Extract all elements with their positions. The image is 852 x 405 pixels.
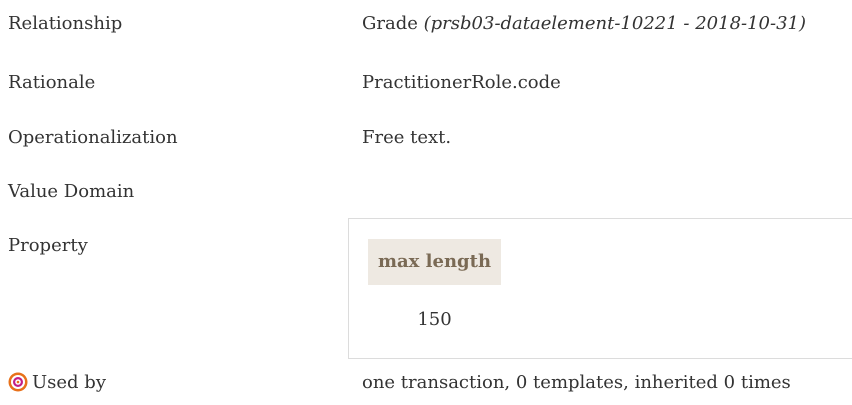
rationale-value: PractitionerRole.code [362, 72, 561, 93]
operationalization-label: Operationalization [8, 127, 178, 148]
relationship-value-ref: (prsb03-dataelement-10221 - 2018-10-31) [423, 13, 807, 34]
used-by-value: one transaction, 0 templates, inherited … [362, 372, 791, 393]
property-header-max-length: max length [368, 239, 501, 285]
property-label: Property [8, 235, 88, 256]
used-by-label: Used by [32, 372, 106, 393]
value-domain-label: Value Domain [8, 181, 135, 202]
relationship-value-main: Grade [362, 13, 418, 34]
property-table: max length 150 [348, 218, 852, 359]
operationalization-value: Free text. [362, 127, 452, 148]
property-value-max-length: 150 [417, 309, 452, 330]
relationship-label: Relationship [8, 13, 123, 34]
relationship-value: Grade (prsb03-dataelement-10221 - 2018-1… [362, 12, 806, 36]
rationale-label: Rationale [8, 72, 96, 93]
target-icon [8, 372, 28, 392]
